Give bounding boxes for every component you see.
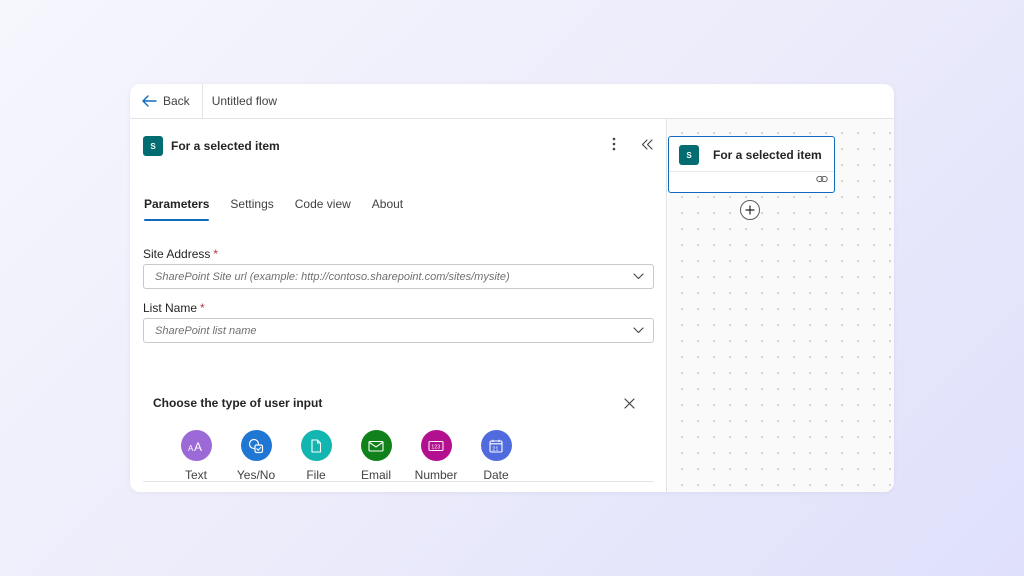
svg-text:21: 21: [492, 446, 498, 452]
flow-title: Untitled flow: [211, 94, 278, 108]
input-type-email[interactable]: Email: [346, 430, 406, 482]
panel-tabs: Parameters Settings Code view About: [144, 197, 424, 221]
input-type-label: Yes/No: [236, 468, 276, 482]
required-mark: *: [200, 301, 205, 315]
date-icon: 21: [480, 430, 512, 461]
sharepoint-icon: S: [143, 136, 163, 156]
input-type-number[interactable]: 123 Number: [406, 430, 466, 482]
trigger-node[interactable]: S For a selected item: [668, 136, 835, 193]
input-type-file[interactable]: File: [286, 430, 346, 482]
back-label: Back: [163, 94, 190, 108]
email-icon: [360, 430, 392, 461]
input-type-label: Email: [360, 468, 391, 482]
site-address-input[interactable]: SharePoint Site url (example: http://con…: [143, 264, 654, 289]
list-name-input[interactable]: SharePoint list name: [143, 318, 654, 343]
link-icon: [816, 176, 828, 182]
node-title: For a selected item: [713, 148, 822, 162]
svg-text:123: 123: [431, 444, 440, 450]
panel-divider: [143, 481, 654, 482]
add-step-button[interactable]: [740, 200, 760, 220]
sharepoint-icon-letter: S: [686, 150, 692, 160]
site-address-placeholder: SharePoint Site url (example: http://con…: [155, 270, 510, 283]
site-address-label: Site Address *: [143, 247, 218, 261]
chevron-down-icon[interactable]: [633, 272, 644, 280]
collapse-panel-button[interactable]: [641, 139, 653, 153]
node-divider: [669, 171, 834, 172]
input-type-label: Number: [414, 468, 458, 482]
more-options-button[interactable]: [612, 137, 616, 156]
number-icon: 123: [420, 430, 452, 461]
input-type-label: Text: [184, 468, 207, 482]
more-vertical-icon: [612, 137, 616, 151]
top-bar: Back Untitled flow: [130, 84, 894, 119]
yes-no-icon: [240, 430, 272, 461]
chevron-down-icon[interactable]: [633, 326, 644, 334]
arrow-left-icon: [142, 95, 157, 107]
svg-text:A: A: [194, 440, 202, 452]
list-name-label-text: List Name: [143, 301, 198, 315]
tab-settings[interactable]: Settings: [230, 197, 273, 221]
tab-code-view[interactable]: Code view: [295, 197, 351, 221]
required-mark: *: [213, 247, 219, 261]
sharepoint-icon: S: [679, 145, 699, 165]
input-type-text[interactable]: A A Text: [166, 430, 226, 482]
flow-canvas[interactable]: S For a selected item: [668, 119, 894, 492]
input-type-label: File: [306, 468, 326, 482]
user-input-types: A A Text Yes/No File Email 123 Number 21…: [166, 430, 526, 482]
list-name-placeholder: SharePoint list name: [155, 324, 257, 337]
close-icon: [624, 398, 635, 409]
user-input-title: Choose the type of user input: [153, 396, 323, 410]
site-address-label-text: Site Address: [143, 247, 211, 261]
panel-header: S For a selected item: [143, 136, 280, 156]
app-window: Back Untitled flow S For a selected item…: [130, 84, 894, 492]
tab-parameters[interactable]: Parameters: [144, 197, 210, 221]
plus-icon: [745, 205, 755, 215]
input-type-yes-no[interactable]: Yes/No: [226, 430, 286, 482]
back-button[interactable]: Back: [130, 84, 202, 119]
action-panel: S For a selected item Parameters Setting…: [130, 119, 667, 492]
node-header: S For a selected item: [679, 145, 822, 165]
input-type-label: Date: [483, 468, 509, 482]
tab-about[interactable]: About: [372, 197, 403, 221]
panel-title: For a selected item: [171, 139, 280, 153]
file-icon: [300, 430, 332, 461]
input-type-date[interactable]: 21 Date: [466, 430, 526, 482]
close-user-input-button[interactable]: [624, 396, 635, 414]
text-icon: A A: [180, 430, 212, 461]
double-chevron-left-icon: [641, 139, 653, 150]
sharepoint-icon-letter: S: [150, 141, 156, 151]
list-name-label: List Name *: [143, 301, 205, 315]
